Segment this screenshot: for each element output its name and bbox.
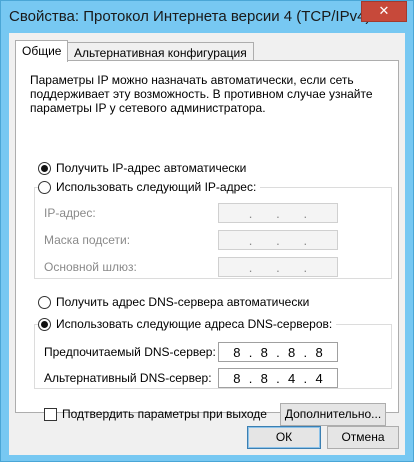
cancel-button[interactable]: Отмена — [327, 426, 399, 449]
alternate-dns-field[interactable]: 8.8.4.4 — [218, 368, 338, 388]
window-title: Свойства: Протокол Интернета версии 4 (T… — [9, 8, 371, 25]
ip-address-field: ... — [218, 203, 338, 223]
close-button[interactable]: ✕ — [361, 1, 407, 22]
tab-general[interactable]: Общие — [15, 40, 69, 62]
dns-manual-radio[interactable]: Использовать следующие адреса DNS-сервер… — [38, 317, 337, 331]
tab-general-label: Общие — [22, 44, 62, 58]
ip-address-label: IP-адрес: — [44, 206, 96, 220]
ok-button[interactable]: ОК — [247, 426, 321, 449]
description-text: Параметры IP можно назначать автоматичес… — [30, 73, 373, 115]
ip-manual-radio-button[interactable] — [38, 180, 51, 194]
dns-auto-label: Получить адрес DNS-сервера автоматически — [56, 295, 310, 309]
dialog-client-area: Общие Альтернативная конфигурация Параме… — [9, 33, 405, 455]
preferred-dns-label: Предпочитаемый DNS-сервер: — [44, 345, 216, 359]
dns-auto-radio-button[interactable] — [38, 295, 51, 309]
tab-alternate-config-label: Альтернативная конфигурация — [74, 46, 247, 60]
subnet-mask-label: Маска подсети: — [44, 233, 131, 247]
validate-on-exit-checkbox[interactable]: Подтвердить параметры при выходе — [44, 407, 267, 421]
dns-auto-radio[interactable]: Получить адрес DNS-сервера автоматически — [38, 295, 314, 309]
ip-auto-radio-button[interactable] — [38, 161, 51, 175]
close-icon: ✕ — [378, 4, 390, 19]
alternate-dns-label: Альтернативный DNS-сервер: — [44, 371, 212, 385]
ip-manual-radio[interactable]: Использовать следующий IP-адрес: — [38, 180, 261, 194]
dns-manual-radio-button[interactable] — [38, 317, 51, 331]
ip-manual-label: Использовать следующий IP-адрес: — [56, 180, 257, 194]
subnet-mask-field: ... — [218, 230, 338, 250]
gateway-label: Основной шлюз: — [44, 260, 137, 274]
ip-auto-radio[interactable]: Получить IP-адрес автоматически — [38, 161, 251, 175]
tab-panel-general: Параметры IP можно назначать автоматичес… — [15, 60, 399, 426]
ip-auto-label: Получить IP-адрес автоматически — [56, 161, 247, 175]
validate-on-exit-checkbox-box[interactable] — [44, 407, 57, 421]
gateway-field: ... — [218, 257, 338, 277]
dialog-window: Свойства: Протокол Интернета версии 4 (T… — [0, 0, 414, 462]
tab-alternate-config[interactable]: Альтернативная конфигурация — [67, 42, 254, 60]
title-bar[interactable]: Свойства: Протокол Интернета версии 4 (T… — [1, 1, 413, 33]
dns-manual-label: Использовать следующие адреса DNS-сервер… — [56, 317, 333, 331]
advanced-button[interactable]: Дополнительно... — [280, 403, 386, 426]
validate-on-exit-label: Подтвердить параметры при выходе — [62, 407, 267, 421]
preferred-dns-field[interactable]: 8.8.8.8 — [218, 342, 338, 362]
